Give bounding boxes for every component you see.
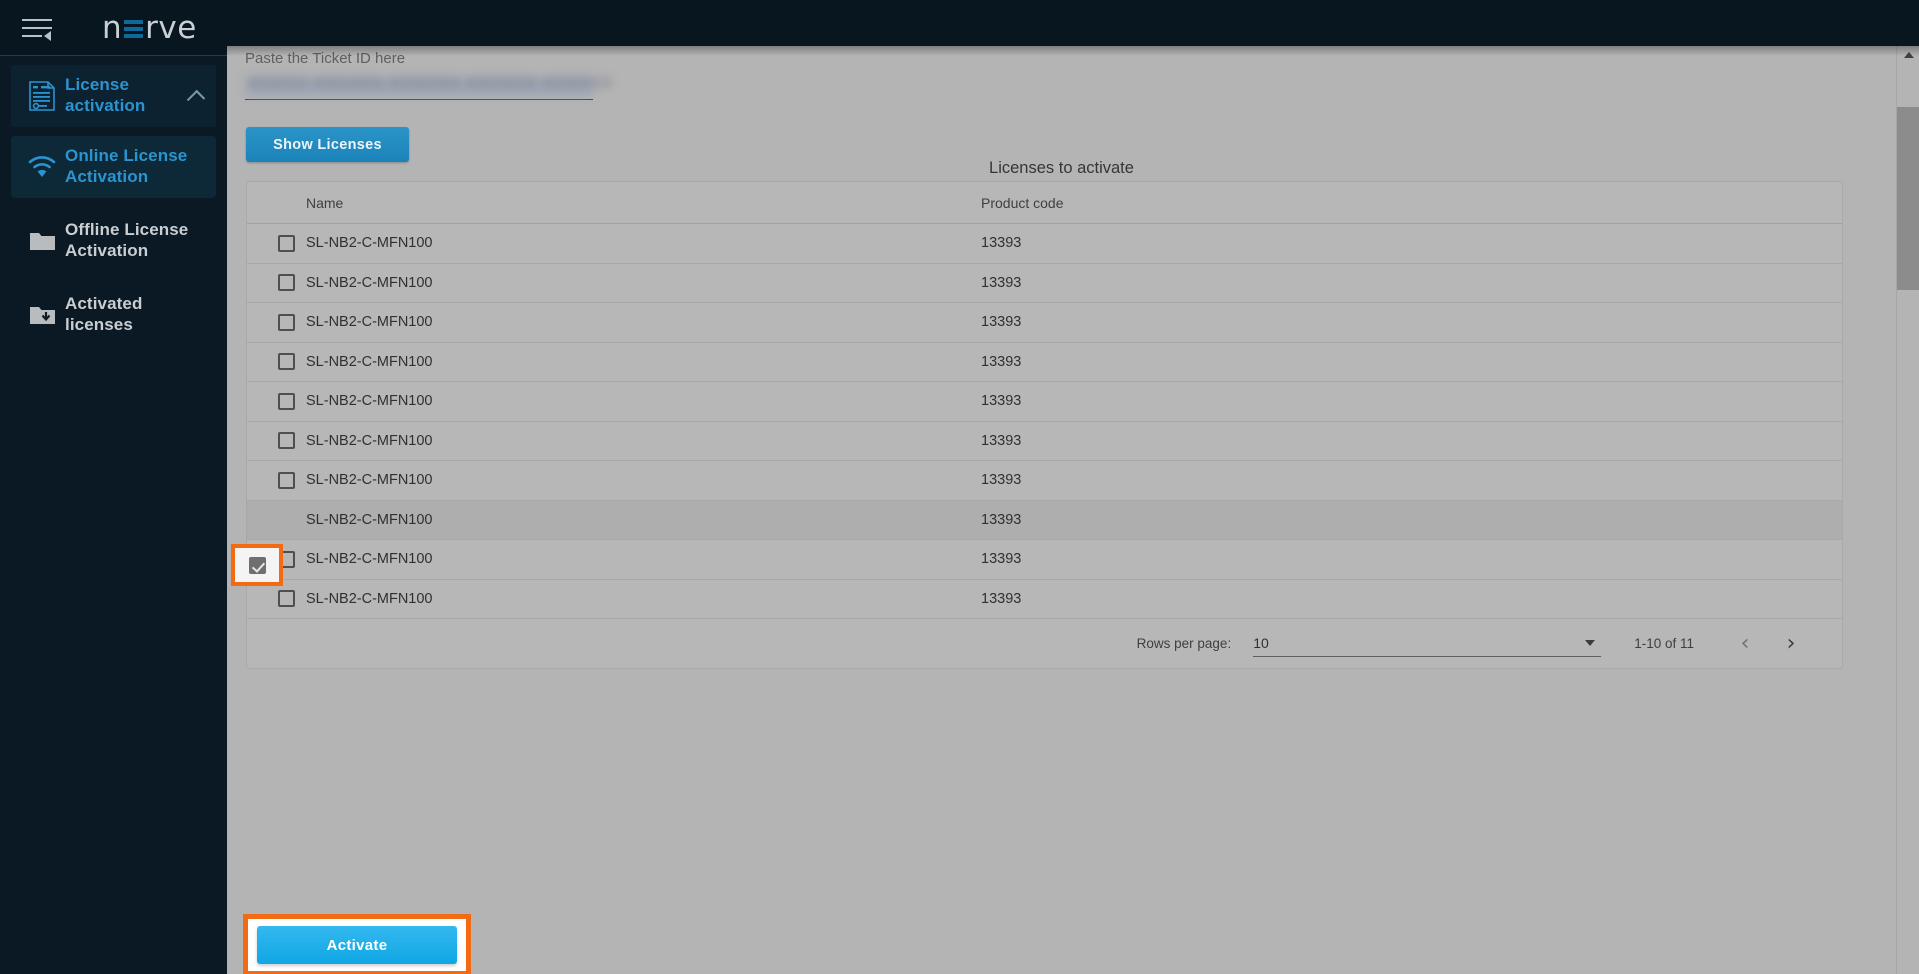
table-row[interactable]: SL-NB2-C-MFN100 13393 [247, 342, 1842, 382]
table-row[interactable]: SL-NB2-C-MFN100 13393 [247, 303, 1842, 343]
sidebar-item-activated-licenses[interactable]: Activated licenses [11, 284, 216, 346]
nerve-logo: n rve [102, 10, 197, 46]
row-checkbox[interactable] [278, 313, 295, 331]
table-body: SL-NB2-C-MFN100 13393 SL-NB2-C-MFN100 13393… [247, 224, 1842, 619]
table-row[interactable]: SL-NB2-C-MFN100 13393 [247, 224, 1842, 264]
sidebar-item-offline-license-activation[interactable]: Offline License Activation [11, 210, 216, 272]
ticket-id-label: Paste the Ticket ID here [245, 50, 406, 67]
activate-button[interactable]: Activate [257, 926, 457, 964]
licenses-table-title: Licenses to activate [989, 159, 1134, 177]
row-product-code: 13393 [981, 472, 1022, 489]
row-checkbox-cell[interactable] [247, 234, 306, 252]
rows-per-page-select[interactable]: 10 [1253, 631, 1602, 657]
row-name: SL-NB2-C-MFN100 [306, 235, 433, 252]
row-product-code: 13393 [981, 274, 1022, 291]
row-checkbox[interactable] [278, 432, 295, 450]
row-checkbox[interactable] [278, 234, 295, 252]
licenses-table: Name Product code SL-NB2-C-MFN100 13393 SL… [246, 181, 1843, 669]
table-row[interactable]: SL-NB2-C-MFN100 13393 [247, 263, 1842, 303]
row-checkbox-cell[interactable] [247, 274, 306, 292]
chevron-left-icon [44, 30, 51, 41]
folder-download-icon [19, 304, 65, 326]
row-checkbox-cell[interactable] [247, 313, 306, 331]
row-product-code: 13393 [981, 590, 1022, 607]
row-name: SL-NB2-C-MFN100 [306, 393, 433, 410]
table-row[interactable]: SL-NB2-C-MFN100 13393 [247, 500, 1842, 540]
next-page-button[interactable]: › [1768, 631, 1814, 656]
row-name: SL-NB2-C-MFN100 [306, 353, 433, 370]
row-checkbox[interactable] [278, 471, 295, 489]
rows-per-page-label: Rows per page: [1136, 636, 1232, 651]
row-checkbox-cell[interactable] [247, 511, 306, 528]
row-product-code: 13393 [981, 432, 1022, 449]
sidebar: License activation Online License Activa… [0, 55, 227, 974]
logo-text-post: rve [145, 9, 197, 46]
row-product-code: 13393 [981, 551, 1022, 568]
license-document-icon [19, 81, 65, 111]
previous-page-button[interactable]: ‹ [1722, 631, 1768, 656]
sidebar-item-label: License activation [65, 75, 146, 115]
row-checkbox-cell[interactable] [247, 432, 306, 450]
show-licenses-button[interactable]: Show Licenses [246, 127, 409, 162]
sidebar-item-license-activation[interactable]: License activation [11, 65, 216, 127]
row-checkbox-cell[interactable] [247, 590, 306, 608]
ticket-id-value: XXXXX-XXXXXX-XXXXXX-XXXXXX-XXXXXX [249, 75, 613, 92]
row-name: SL-NB2-C-MFN100 [306, 274, 433, 291]
activate-button-highlight: Activate [243, 914, 471, 974]
row-name: SL-NB2-C-MFN100 [306, 590, 433, 607]
row-checkbox[interactable] [278, 590, 295, 608]
row-name: SL-NB2-C-MFN100 [306, 551, 433, 568]
row-checkbox[interactable] [278, 392, 295, 410]
selected-checkbox-highlight [231, 544, 283, 586]
column-header-name: Name [306, 194, 344, 211]
wifi-icon [19, 156, 65, 178]
table-row[interactable]: SL-NB2-C-MFN100 13393 [247, 461, 1842, 501]
table-header-row: Name Product code [247, 182, 1842, 224]
row-checkbox-cell[interactable] [247, 392, 306, 410]
row-product-code: 13393 [981, 314, 1022, 331]
scroll-up-arrow-icon[interactable] [1904, 52, 1914, 58]
folder-icon [19, 230, 65, 252]
vertical-scrollbar[interactable] [1896, 46, 1919, 974]
row-checkbox-checked[interactable] [248, 556, 266, 574]
logo-text-pre: n [102, 9, 123, 46]
row-checkbox[interactable] [278, 353, 295, 371]
row-checkbox[interactable] [278, 274, 295, 292]
row-checkbox-cell[interactable] [247, 353, 306, 371]
row-name: SL-NB2-C-MFN100 [306, 314, 433, 331]
row-product-code: 13393 [981, 511, 1022, 528]
row-checkbox-cell[interactable] [247, 471, 306, 489]
sidebar-item-label: Online License Activation [65, 146, 188, 186]
table-row[interactable]: SL-NB2-C-MFN100 13393 [247, 382, 1842, 422]
sidebar-item-label: Activated licenses [65, 294, 143, 334]
row-name: SL-NB2-C-MFN100 [306, 432, 433, 449]
ticket-id-input[interactable]: XXXXX-XXXXXX-XXXXXX-XXXXXX-XXXXXX [245, 73, 612, 100]
hamburger-collapse-icon[interactable] [22, 15, 52, 41]
sidebar-item-online-license-activation[interactable]: Online License Activation [11, 136, 216, 198]
logo-e-bars-icon [124, 19, 144, 38]
main-content: Paste the Ticket ID here XXXXX-XXXXXX-XX… [227, 46, 1896, 974]
row-product-code: 13393 [981, 393, 1022, 410]
row-name: SL-NB2-C-MFN100 [306, 472, 433, 489]
column-header-product-code: Product code [981, 194, 1064, 211]
rows-per-page-value: 10 [1253, 635, 1269, 651]
row-name: SL-NB2-C-MFN100 [306, 511, 433, 528]
chevron-down-icon [1585, 639, 1596, 646]
table-pagination: Rows per page: 10 1-10 of 11 ‹ › [247, 619, 1842, 668]
table-row[interactable]: SL-NB2-C-MFN100 13393 [247, 421, 1842, 461]
scrollbar-thumb[interactable] [1897, 107, 1919, 290]
table-row[interactable]: SL-NB2-C-MFN100 13393 [247, 579, 1842, 619]
sidebar-item-label: Offline License Activation [65, 220, 189, 260]
pagination-range: 1-10 of 11 [1634, 636, 1694, 651]
row-product-code: 13393 [981, 235, 1022, 252]
table-row[interactable]: SL-NB2-C-MFN100 13393 [247, 540, 1842, 580]
row-product-code: 13393 [981, 353, 1022, 370]
